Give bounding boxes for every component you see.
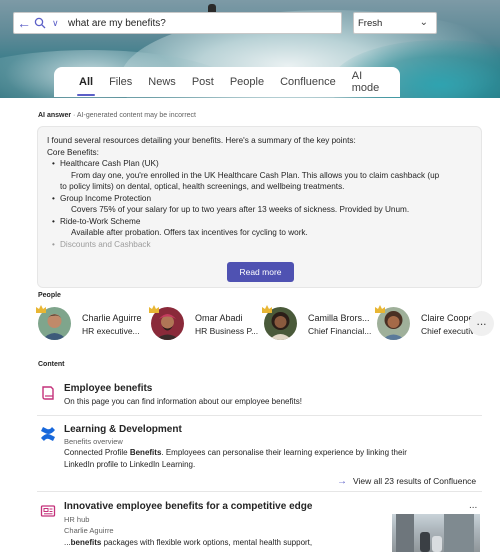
divider (37, 415, 482, 416)
back-arrow-icon[interactable]: ← (14, 15, 34, 31)
ai-item-title: Group Income Protection (47, 193, 472, 205)
person-name: Camilla Brors... (308, 313, 370, 323)
ai-item-title: Healthcare Cash Plan (UK) (47, 158, 472, 170)
view-all-label: View all 23 results of Confluence (353, 476, 477, 486)
read-more-button[interactable]: Read more (227, 262, 294, 282)
result-snippet: LinkedIn profile to LinkedIn Learning. (64, 460, 196, 469)
person-title: HR executive... (82, 326, 140, 336)
arrow-right-icon: → (337, 476, 347, 487)
person-card[interactable]: Camilla Brors... Chief Financial... (262, 305, 379, 343)
person-title: HR Business P... (195, 326, 259, 336)
tab-files[interactable]: Files (109, 76, 132, 88)
result-innovative-benefits[interactable]: Innovative employee benefits for a compe… (37, 501, 387, 552)
result-title[interactable]: Learning & Development (64, 424, 182, 435)
snippet-highlight: Benefits (129, 448, 162, 457)
result-thumbnail (392, 514, 480, 552)
tab-confluence[interactable]: Confluence (280, 76, 336, 88)
ai-answer-header: AI answer · AI-generated content may be … (38, 112, 196, 119)
result-snippet: On this page you can find information ab… (64, 397, 302, 406)
fresh-label: Fresh (358, 18, 383, 29)
thumb-building (396, 514, 414, 552)
crown-icon (149, 305, 159, 313)
person-name: Charlie Aguirre (82, 313, 142, 323)
ai-item-desc: to policy limits) on dental, optical, he… (60, 182, 345, 191)
result-employee-benefits[interactable]: Employee benefits On this page you can f… (37, 383, 482, 413)
person-card[interactable]: Charlie Aguirre HR executive... (36, 305, 153, 343)
chevron-down-icon[interactable]: ∨ (52, 18, 62, 29)
ai-section-title: Core Benefits: (47, 147, 99, 157)
result-title[interactable]: Innovative employee benefits for a compe… (64, 501, 312, 512)
fresh-dropdown[interactable]: Fresh ⌄ (353, 12, 437, 34)
tab-all[interactable]: All (76, 76, 96, 96)
thumb-person (420, 532, 430, 552)
ai-item-desc: Covers 75% of your salary for up to two … (71, 205, 410, 214)
ai-disclaimer: AI-generated content may be incorrect (76, 112, 196, 119)
book-icon (42, 386, 54, 400)
result-subtitle: Benefits overview (64, 437, 123, 446)
result-learning-development[interactable]: Learning & Development Benefits overview… (37, 424, 482, 474)
result-site: HR hub (64, 515, 90, 524)
content-label: Content (38, 361, 65, 368)
thumb-building (444, 514, 474, 552)
view-all-confluence-link[interactable]: → View all 23 results of Confluence (337, 476, 476, 487)
result-author: Charlie Aguirre (64, 526, 114, 535)
tab-ai-mode[interactable]: AI mode (352, 70, 384, 94)
tab-bar: All Files News Post People Confluence AI… (54, 67, 400, 97)
crown-icon (375, 305, 385, 313)
chevron-down-icon: ⌄ (419, 17, 428, 28)
tab-people[interactable]: People (230, 76, 264, 88)
divider (37, 491, 482, 492)
snippet-text: ... (64, 538, 71, 547)
thumb-person (432, 536, 442, 552)
snippet-text: Connected Profile (64, 448, 130, 457)
confluence-icon (41, 427, 55, 441)
more-options-button[interactable]: ... (469, 500, 477, 511)
search-box[interactable]: ← ∨ (13, 12, 342, 34)
ai-item-desc: From day one, you're enrolled in the UK … (71, 170, 440, 180)
tab-post[interactable]: Post (192, 76, 214, 88)
snippet-text: . Employees can personalise their learni… (161, 448, 407, 457)
result-snippet: ...benefits packages with flexible work … (64, 538, 312, 547)
ai-item-desc: Available after probation. Offers tax in… (71, 228, 308, 237)
result-snippet: Connected Profile Benefits. Employees ca… (64, 448, 407, 457)
search-input[interactable] (68, 17, 341, 29)
ai-intro: I found several resources detailing your… (47, 136, 356, 145)
snippet-highlight: benefits (70, 538, 102, 547)
people-label: People (38, 292, 61, 299)
ai-item-title: Ride-to-Work Scheme (47, 216, 472, 228)
result-title[interactable]: Employee benefits (64, 383, 152, 394)
snippet-text: packages with flexible work options, men… (101, 538, 313, 547)
tab-news[interactable]: News (148, 76, 176, 88)
ai-answer-label: AI answer (38, 112, 72, 119)
person-card[interactable]: Omar Abadi HR Business P... (149, 305, 266, 343)
news-icon (40, 505, 56, 517)
person-name: Omar Abadi (195, 313, 243, 323)
more-people-button[interactable]: ... (469, 311, 494, 336)
person-title: Chief Financial... (308, 326, 372, 336)
search-icon (34, 17, 52, 29)
crown-icon (36, 305, 46, 313)
crown-icon (262, 305, 272, 313)
